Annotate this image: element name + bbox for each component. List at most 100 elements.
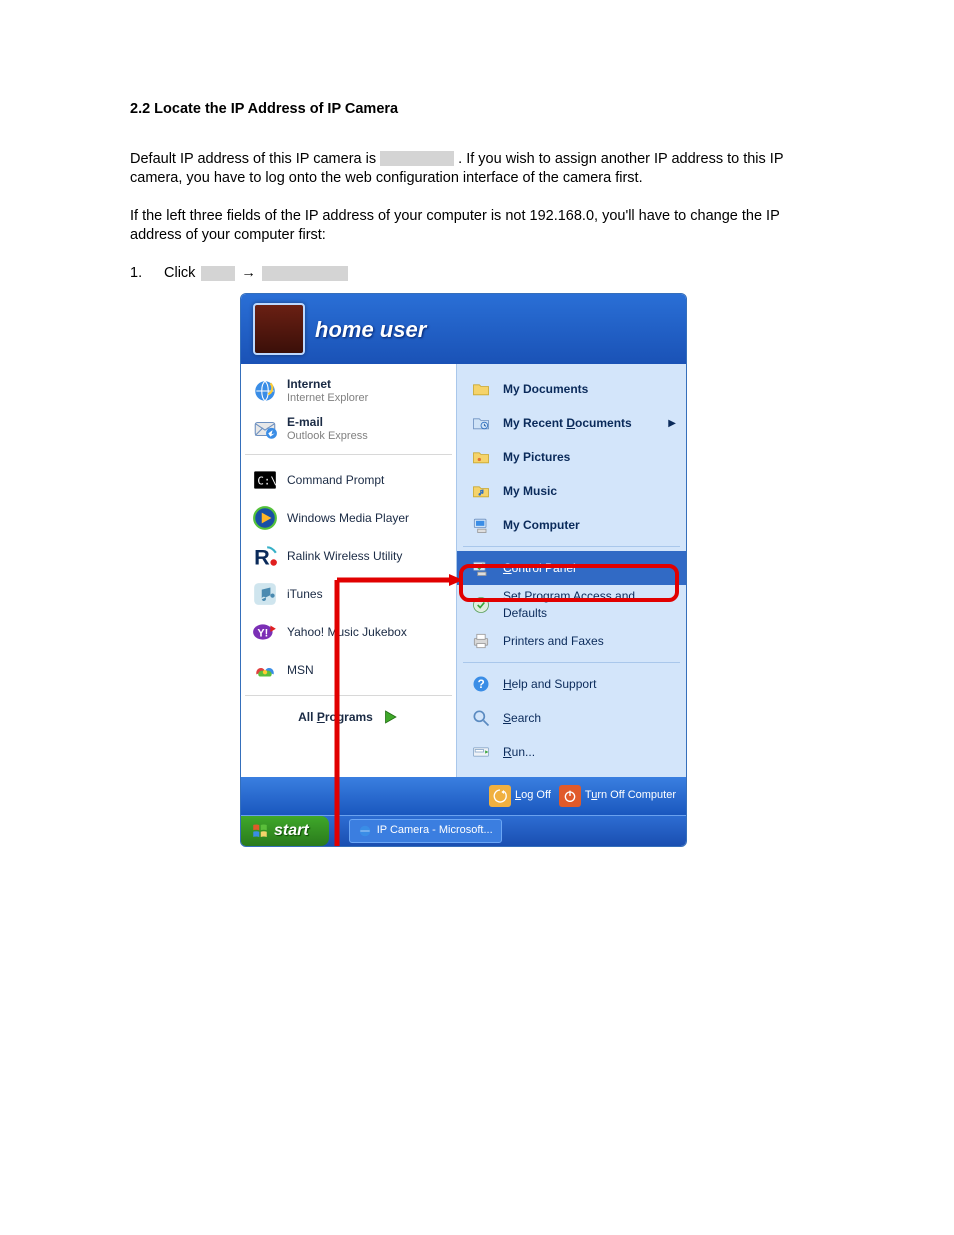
step-1-start-placeholder [201,266,235,281]
cmd-icon: C:\_ [251,466,279,494]
recent-itunes-label: iTunes [287,586,323,602]
recent-msn[interactable]: MSN [241,651,456,689]
all-programs-arrow-icon [381,708,399,726]
help-icon: ? [467,670,495,698]
printers-faxes[interactable]: Printers and Faxes [457,624,686,658]
help-support[interactable]: ? Help and Support [457,667,686,701]
right-separator-1 [463,546,680,547]
all-programs-label: All Programs [298,709,373,725]
msn-icon [251,656,279,684]
control-panel-icon [467,554,495,582]
section-heading: 2.2 Locate the IP Address of IP Camera [130,100,824,120]
arrow-right-icon: → [241,264,256,284]
program-access-icon [467,591,495,619]
pictures-icon [467,443,495,471]
my-pictures-label: My Pictures [503,449,570,465]
my-pictures[interactable]: My Pictures [457,440,686,474]
computer-icon [467,511,495,539]
svg-text:C:\_: C:\_ [257,475,278,488]
paragraph-2: If the left three fields of the IP addre… [130,207,824,246]
taskbar-tab-ipcamera[interactable]: IP Camera - Microsoft... [349,819,502,843]
para1-text-a: Default IP address of this IP camera is [130,151,380,167]
recent-command-prompt[interactable]: C:\_ Command Prompt [241,461,456,499]
step-1-click: Click [164,264,195,284]
recent-wmp-label: Windows Media Player [287,510,409,526]
yahoo-icon: Y! [251,618,279,646]
power-icon [559,785,581,807]
my-documents-label: My Documents [503,381,588,397]
start-button[interactable]: start [241,816,329,846]
ralink-icon: R [251,542,279,570]
step-1-number: 1. [130,264,146,284]
my-recent-label: My Recent Documents [503,415,632,431]
run-label: Run... [503,744,535,760]
recent-ralink[interactable]: R Ralink Wireless Utility [241,537,456,575]
step-1-controlpanel-placeholder [262,266,348,281]
my-music[interactable]: My Music [457,474,686,508]
my-recent-documents[interactable]: My Recent Documents ▶ [457,406,686,440]
recent-itunes[interactable]: iTunes [241,575,456,613]
start-menu: home user Internet Internet Explorer [240,293,687,846]
my-computer[interactable]: My Computer [457,508,686,542]
set-program-access[interactable]: Set Program Access and Defaults [457,585,686,623]
logoff-label: Log Off [515,788,551,803]
step-1: 1. Click → [130,264,824,284]
paragraph-1: Default IP address of this IP camera is … [130,150,824,189]
start-menu-left-column: Internet Internet Explorer E-mail Outloo… [241,364,456,776]
run[interactable]: Run... [457,735,686,769]
logoff-icon [489,785,511,807]
start-menu-lowbar: Log Off Turn Off Computer [241,777,686,815]
recent-ralink-label: Ralink Wireless Utility [287,548,402,564]
run-icon [467,738,495,766]
search-label: Search [503,710,541,726]
my-computer-label: My Computer [503,517,580,533]
my-documents[interactable]: My Documents [457,372,686,406]
set-program-access-label: Set Program Access and Defaults [503,588,676,620]
svg-text:?: ? [478,678,485,691]
pinned-email-sub: Outlook Express [287,430,368,443]
pinned-email-title: E-mail [287,416,368,430]
my-music-label: My Music [503,483,557,499]
logoff-button[interactable]: Log Off [489,785,551,807]
turnoff-button[interactable]: Turn Off Computer [559,785,676,807]
svg-text:Y!: Y! [257,628,268,640]
itunes-icon [251,580,279,608]
left-separator-2 [245,695,452,696]
turnoff-label: Turn Off Computer [585,788,676,803]
default-ip-placeholder [380,151,454,166]
all-programs[interactable]: All Programs [241,702,456,734]
search-icon [467,704,495,732]
start-menu-right-column: My Documents My Recent Documents ▶ My Pi… [456,364,686,776]
user-avatar[interactable] [253,303,305,355]
recent-wmp[interactable]: Windows Media Player [241,499,456,537]
ie-icon [251,377,279,405]
printers-label: Printers and Faxes [503,633,604,649]
pinned-internet-title: Internet [287,378,368,392]
wmp-icon [251,504,279,532]
submenu-arrow-icon: ▶ [668,417,676,431]
left-separator [245,454,452,455]
mail-icon [251,415,279,443]
windows-logo-icon [251,822,269,840]
recent-cmd-label: Command Prompt [287,472,384,488]
folder-icon [467,375,495,403]
control-panel[interactable]: Control Panel [457,551,686,585]
taskbar: start IP Camera - Microsoft... [241,815,686,846]
recent-yahoo-music[interactable]: Y! Yahoo! Music Jukebox [241,613,456,651]
taskbar-tab-label: IP Camera - Microsoft... [377,823,493,838]
recent-msn-label: MSN [287,662,314,678]
search[interactable]: Search [457,701,686,735]
help-label: Help and Support [503,676,596,692]
ie-small-icon [358,824,372,838]
user-name: home user [315,315,426,345]
printer-icon [467,627,495,655]
pinned-email[interactable]: E-mail Outlook Express [241,410,456,448]
right-separator-2 [463,662,680,663]
recent-yahoo-label: Yahoo! Music Jukebox [287,624,407,640]
control-panel-label: Control Panel [503,560,576,576]
music-folder-icon [467,477,495,505]
start-menu-header: home user [241,294,686,364]
start-button-label: start [274,820,309,842]
pinned-internet-sub: Internet Explorer [287,392,368,405]
pinned-internet[interactable]: Internet Internet Explorer [241,372,456,410]
